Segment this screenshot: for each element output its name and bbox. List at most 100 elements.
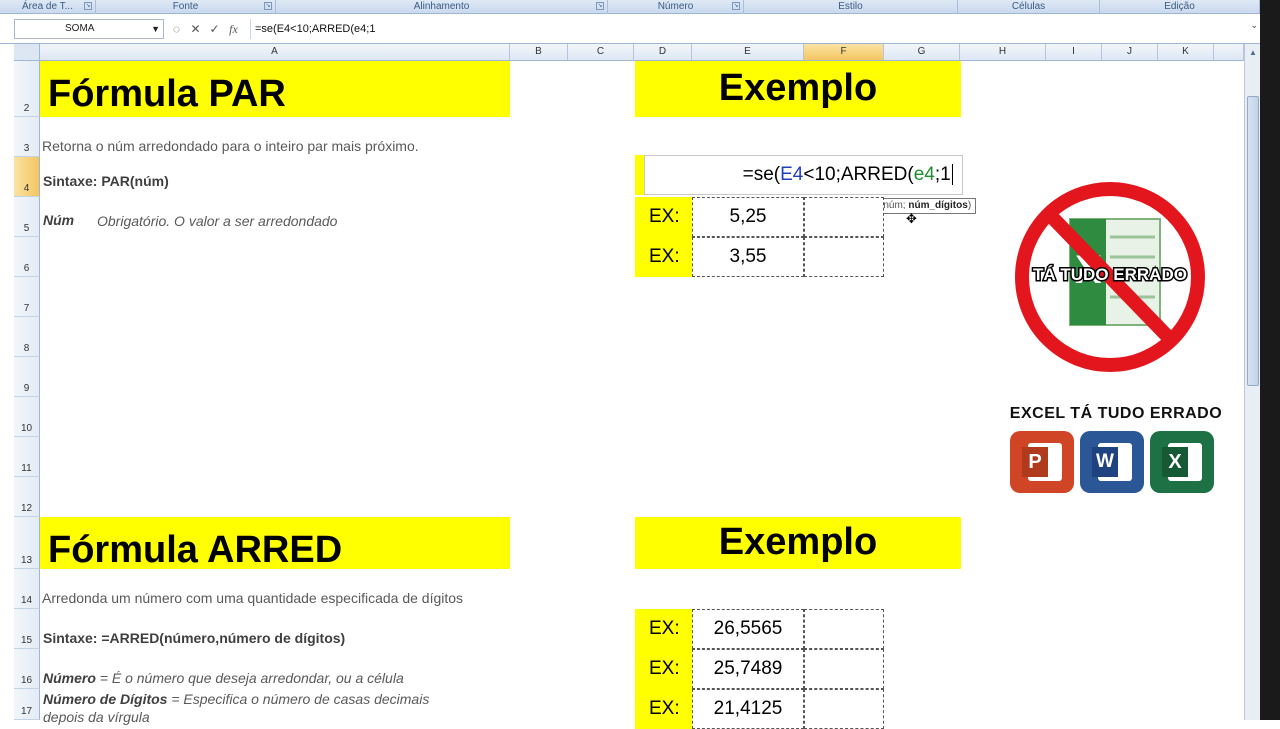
cell-editing-e4[interactable]: =se(E4<10;ARRED(e4;1 (644, 155, 963, 195)
column-header-a[interactable]: A (40, 44, 510, 61)
ribbon-group-label: Estilo (838, 1, 863, 12)
arred-arg2-desc: = Especifica o número de casas decimais (167, 691, 430, 707)
cell-formula-editing[interactable]: =se(E4<10;ARRED(e4;1 (743, 164, 958, 186)
row-header-7[interactable]: 7 (14, 277, 40, 317)
formula-part: =se( (742, 164, 781, 185)
ribbon-group-font[interactable]: Fonte ↘ (96, 0, 276, 14)
dialog-launcher-icon[interactable]: ↘ (732, 2, 740, 10)
arred-arg2-desc-cont: depois da vírgula (43, 709, 150, 725)
row-header-10[interactable]: 10 (14, 397, 40, 437)
insert-function-icon[interactable]: fx (227, 22, 240, 37)
par-arg-name: Núm (43, 212, 75, 228)
row-header-14[interactable]: 14 (14, 569, 40, 609)
column-header-b[interactable]: B (510, 44, 568, 61)
row-header-8[interactable]: 8 (14, 317, 40, 357)
column-header-f[interactable]: F (804, 44, 884, 61)
column-header-h[interactable]: H (960, 44, 1046, 61)
row-header-6[interactable]: 6 (14, 237, 40, 277)
row-header-2[interactable]: 2 (14, 61, 40, 117)
no-sign-excel-logo: X TÁ TUDO ERRADO (1015, 182, 1205, 372)
column-header-d[interactable]: D (634, 44, 692, 61)
example2-result-cell[interactable] (804, 689, 884, 729)
row-header-13[interactable]: 13 (14, 517, 40, 569)
excel-icon: X (1150, 431, 1214, 493)
example1-value-cell[interactable]: 5,25 (692, 197, 804, 237)
row-header-4[interactable]: 4 (14, 157, 40, 197)
row-header-17[interactable]: 17 (14, 689, 40, 720)
ribbon-group-label: Edição (1164, 1, 1195, 12)
screen-edge (1260, 0, 1280, 720)
ribbon-group-alignment[interactable]: Alinhamento ↘ (276, 0, 608, 14)
dialog-launcher-icon[interactable]: ↘ (596, 2, 604, 10)
cell-reference-e4: E4 (780, 164, 804, 185)
name-box[interactable]: SOMA ▼ (14, 19, 164, 39)
formula-input[interactable]: =se(E4<10;ARRED(e4;1 (250, 19, 1246, 39)
example1-label-cell: EX: (635, 237, 692, 277)
example2-value-cell[interactable]: 21,4125 (692, 689, 804, 729)
vertical-scrollbar[interactable]: ▲ (1244, 44, 1260, 720)
example2-value-cell[interactable]: 26,5565 (692, 609, 804, 649)
office-icons: P W X (1010, 431, 1214, 493)
ribbon-group-number[interactable]: Número ↘ (608, 0, 744, 14)
formula-bar: SOMA ▼ ◌ ✕ ✓ fx =se(E4<10;ARRED(e4;1 ⌄ (0, 14, 1280, 44)
arred-arg1-name: Número (43, 670, 96, 686)
worksheet[interactable]: Fórmula PAR Retorna o núm arredondado pa… (40, 61, 1244, 729)
example-title-1: Exemplo (635, 61, 961, 117)
enter-icon[interactable]: ✓ (208, 22, 221, 36)
example2-label-cell: EX: (635, 609, 692, 649)
scrollbar-thumb[interactable] (1247, 96, 1259, 386)
arred-arg2: Número de Dígitos = Especifica o número … (43, 691, 429, 707)
word-icon: W (1080, 431, 1144, 493)
row-header-9[interactable]: 9 (14, 357, 40, 397)
cell-reference-e4-arg: e4 (913, 164, 935, 185)
example2-result-cell[interactable] (804, 649, 884, 689)
powerpoint-letter: P (1022, 447, 1048, 477)
sheet-left-margin (0, 44, 14, 720)
ribbon-group-editing[interactable]: Edição (1100, 0, 1260, 14)
column-header-e[interactable]: E (692, 44, 804, 61)
example2-label-cell: EX: (635, 689, 692, 729)
column-header-i[interactable]: I (1046, 44, 1102, 61)
example2-value-cell[interactable]: 25,7489 (692, 649, 804, 689)
arred-arg2-name: Número de Dígitos (43, 691, 168, 707)
row-header-15[interactable]: 15 (14, 609, 40, 649)
column-header-j[interactable]: J (1102, 44, 1158, 61)
tooltip-end: ) (967, 200, 972, 211)
example1-value-cell[interactable]: 3,55 (692, 237, 804, 277)
example2-result-cell[interactable] (804, 609, 884, 649)
scroll-up-icon[interactable]: ▲ (1247, 48, 1259, 58)
cancel-icon[interactable]: ✕ (189, 22, 202, 36)
row-header-5[interactable]: 5 (14, 197, 40, 237)
row-header-12[interactable]: 12 (14, 477, 40, 517)
column-header-g[interactable]: G (884, 44, 960, 61)
formula-part: <10;ARRED( (803, 164, 914, 185)
row-header-16[interactable]: 16 (14, 649, 40, 689)
column-header-l[interactable] (1214, 44, 1244, 61)
ribbon-group-clipboard[interactable]: Área de T... ↘ (0, 0, 96, 14)
example1-result-cell[interactable] (804, 197, 884, 237)
par-syntax: Sintaxe: PAR(núm) (43, 173, 169, 189)
function-spinner-icon: ◌ (172, 22, 181, 36)
row-header-11[interactable]: 11 (14, 437, 40, 477)
arred-syntax: Sintaxe: =ARRED(número,número de dígitos… (43, 630, 346, 646)
ribbon-group-label: Fonte (172, 1, 199, 12)
ribbon-group-styles[interactable]: Estilo (744, 0, 958, 14)
example-title-2: Exemplo (635, 517, 961, 569)
row-header-3[interactable]: 3 (14, 117, 40, 157)
chevron-down-icon[interactable]: ▼ (151, 20, 160, 38)
expand-formula-bar-icon[interactable]: ⌄ (1250, 20, 1258, 31)
formula-buttons: ◌ ✕ ✓ fx (166, 19, 248, 39)
overlay-caption: EXCEL TÁ TUDO ERRADO (1009, 405, 1223, 422)
excel-letter: X (1162, 447, 1188, 477)
example1-result-cell[interactable] (804, 237, 884, 277)
column-header-k[interactable]: K (1158, 44, 1214, 61)
select-all-corner[interactable] (14, 44, 40, 61)
column-header-c[interactable]: C (568, 44, 634, 61)
ribbon-group-cells[interactable]: Células (958, 0, 1100, 14)
dialog-launcher-icon[interactable]: ↘ (264, 2, 272, 10)
ribbon-group-labels: Área de T... ↘ Fonte ↘ Alinhamento ↘ Núm… (0, 0, 1280, 14)
word-letter: W (1092, 447, 1118, 477)
arred-arg1: Número = É o número que deseja arredonda… (43, 670, 404, 686)
dialog-launcher-icon[interactable]: ↘ (84, 2, 92, 10)
name-box-value: SOMA (65, 23, 95, 34)
